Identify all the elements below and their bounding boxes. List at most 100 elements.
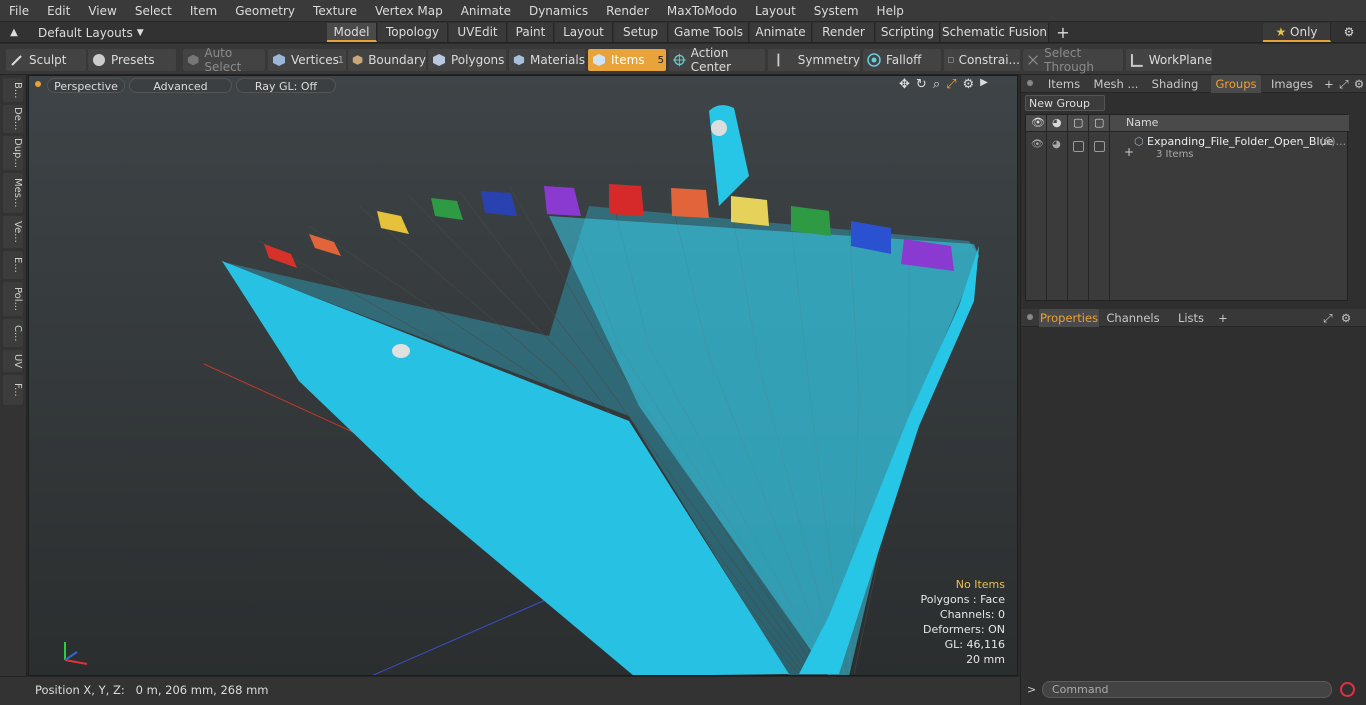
star-icon: ★ <box>1275 25 1287 39</box>
select-through-button[interactable]: Select Through <box>1023 46 1123 74</box>
tab-properties[interactable]: Properties <box>1039 309 1099 327</box>
properties-panel <box>1021 328 1366 674</box>
tab-images[interactable]: Images <box>1263 75 1321 93</box>
crosshair-icon <box>673 53 686 67</box>
row-render-icon[interactable]: ◕ <box>1052 139 1061 150</box>
items-button[interactable]: Items 5 <box>588 49 666 71</box>
tab-paint[interactable]: Paint <box>508 23 554 42</box>
tab-groups[interactable]: Groups <box>1211 75 1261 93</box>
panel-menu-dot-icon[interactable] <box>1027 80 1033 86</box>
add-panel-tab-icon[interactable]: + <box>1323 75 1335 93</box>
scene-render <box>64 105 979 675</box>
table-row[interactable]: 👁 ◕ + ⬡ Expanding_File_Folder_Open_Blue … <box>1026 135 1349 165</box>
left-tab-vertex[interactable]: Ve... <box>3 216 23 248</box>
3d-viewport[interactable]: Perspective Advanced Ray GL: Off ✥ ↻ ⌕ ⤢… <box>28 75 1018 676</box>
menu-maxtomodo[interactable]: MaxToModo <box>658 0 746 22</box>
left-tab-fusion[interactable]: F... <box>3 375 23 405</box>
name-column-header[interactable]: Name <box>1126 116 1158 129</box>
tab-layout[interactable]: Layout <box>555 23 613 42</box>
workplane-button[interactable]: WorkPlane <box>1126 49 1212 71</box>
tab-lists[interactable]: Lists <box>1171 309 1211 327</box>
menu-vertex-map[interactable]: Vertex Map <box>366 0 452 22</box>
only-button[interactable]: ★ Only <box>1263 23 1331 42</box>
menu-select[interactable]: Select <box>126 0 181 22</box>
group-name: Expanding_File_Folder_Open_Blue <box>1147 135 1334 148</box>
left-tab-edge[interactable]: E... <box>3 251 23 279</box>
properties-maximize-icon[interactable]: ⤢ <box>1321 309 1335 327</box>
gear-icon[interactable]: ⚙ <box>1336 23 1362 42</box>
tab-schematic-fusion[interactable]: Schematic Fusion <box>941 23 1049 42</box>
workplane-icon <box>1130 54 1143 67</box>
tab-uvedit[interactable]: UVEdit <box>449 23 507 42</box>
tab-model[interactable]: Model <box>327 23 377 42</box>
tab-mesh[interactable]: Mesh ... <box>1091 75 1141 93</box>
tab-scripting[interactable]: Scripting <box>876 23 940 42</box>
menu-render[interactable]: Render <box>597 0 658 22</box>
row-lock-checkbox[interactable] <box>1073 141 1084 152</box>
menu-animate[interactable]: Animate <box>452 0 520 22</box>
workplane-label: WorkPlane <box>1148 53 1212 67</box>
left-tab-deform[interactable]: De... <box>3 105 23 133</box>
expand-icon[interactable]: + <box>1124 145 1134 159</box>
vertices-label: Vertices <box>291 53 339 67</box>
symmetry-button[interactable]: Symmetry <box>768 49 860 71</box>
menu-geometry[interactable]: Geometry <box>226 0 304 22</box>
layout-tab-bar: ▲ Default Layouts ▼ Model Topology UVEdi… <box>0 22 1366 43</box>
constraints-label: Constrai... <box>958 53 1020 67</box>
menu-file[interactable]: File <box>0 0 38 22</box>
command-input[interactable]: Command <box>1042 681 1332 698</box>
tab-render[interactable]: Render <box>813 23 875 42</box>
left-tab-mesh-edit[interactable]: Mes... <box>3 173 23 213</box>
tab-shading[interactable]: Shading <box>1145 75 1205 93</box>
vertices-button[interactable]: Vertices 1 <box>268 49 346 71</box>
auto-select-button[interactable]: Auto Select <box>183 46 265 74</box>
new-group-button[interactable]: New Group <box>1025 95 1105 111</box>
bottom-panel-tabs: Properties Channels Lists + ⤢ ⚙ <box>1021 309 1366 327</box>
boundary-button[interactable]: Boundary <box>348 49 426 71</box>
grid-scale-label: 20 mm <box>966 653 1005 666</box>
properties-gear-icon[interactable]: ⚙ <box>1339 309 1353 327</box>
constraints-button[interactable]: Constrai... <box>944 49 1020 71</box>
left-tab-basic[interactable]: B... <box>3 78 23 102</box>
falloff-button[interactable]: Falloff <box>863 49 941 71</box>
maximize-icon[interactable]: ⤢ <box>1337 75 1351 93</box>
left-tab-polygon[interactable]: Pol... <box>3 282 23 316</box>
left-tab-duplicate[interactable]: Dup... <box>3 136 23 170</box>
vertices-count: 1 <box>337 54 344 66</box>
menu-layout[interactable]: Layout <box>746 0 805 22</box>
tab-channels[interactable]: Channels <box>1105 309 1161 327</box>
action-center-button[interactable]: Action Center <box>669 46 765 74</box>
polygons-button[interactable]: Polygons <box>428 49 506 71</box>
polygons-icon <box>433 54 445 66</box>
layout-up-icon[interactable]: ▲ <box>0 27 28 38</box>
tab-animate[interactable]: Animate <box>750 23 812 42</box>
presets-button[interactable]: Presets <box>88 49 176 71</box>
sculpt-button[interactable]: Sculpt <box>6 49 86 71</box>
properties-menu-dot-icon[interactable] <box>1027 314 1033 320</box>
menu-help[interactable]: Help <box>868 0 913 22</box>
tab-game-tools[interactable]: Game Tools <box>669 23 749 42</box>
tab-items[interactable]: Items <box>1039 75 1089 93</box>
row-select-checkbox[interactable] <box>1094 141 1105 152</box>
menu-view[interactable]: View <box>79 0 125 22</box>
tab-setup[interactable]: Setup <box>614 23 668 42</box>
left-tab-curve[interactable]: C... <box>3 319 23 347</box>
record-macro-icon[interactable] <box>1340 682 1355 697</box>
layout-dropdown[interactable]: ▲ Default Layouts ▼ <box>0 22 144 43</box>
materials-button[interactable]: Materials <box>509 49 585 71</box>
row-visibility-icon[interactable]: 👁 <box>1031 139 1044 150</box>
left-tab-uv[interactable]: UV <box>3 350 23 372</box>
menu-item[interactable]: Item <box>181 0 226 22</box>
menu-system[interactable]: System <box>805 0 868 22</box>
add-tab-icon[interactable]: + <box>1050 23 1076 42</box>
menu-dynamics[interactable]: Dynamics <box>520 0 597 22</box>
add-properties-tab-icon[interactable]: + <box>1217 309 1229 327</box>
menu-edit[interactable]: Edit <box>38 0 79 22</box>
panel-gear-icon[interactable]: ⚙ <box>1352 75 1366 93</box>
no-items-label: No Items <box>955 578 1005 591</box>
position-readout: Position X, Y, Z: 0 m, 206 mm, 268 mm <box>35 683 269 697</box>
symmetry-label: Symmetry <box>797 53 860 67</box>
tab-topology[interactable]: Topology <box>378 23 448 42</box>
falloff-icon <box>867 53 881 67</box>
menu-texture[interactable]: Texture <box>304 0 366 22</box>
